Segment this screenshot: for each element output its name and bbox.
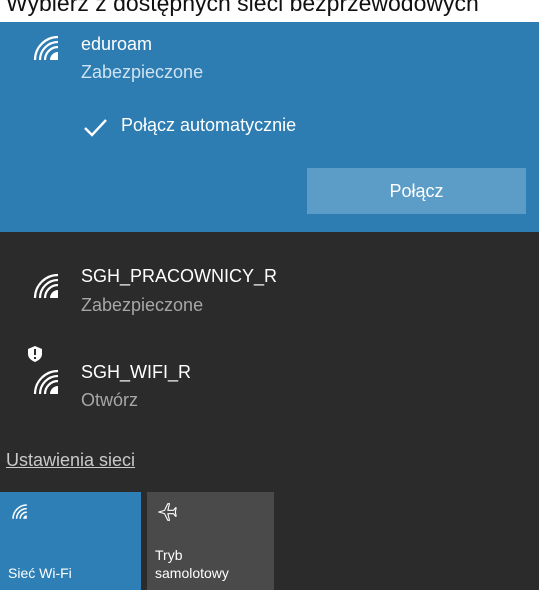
network-status: Otwórz	[81, 390, 139, 410]
page-header: Wybierz z dostępnych sieci bezprzewodowy…	[0, 0, 539, 22]
wifi-signal-icon	[33, 35, 59, 61]
wifi-icon	[12, 504, 27, 519]
connect-button[interactable]: Połącz	[307, 168, 526, 214]
network-item-eduroam[interactable]: eduroam Zabezpieczone Połącz automatyczn…	[0, 22, 539, 232]
network-status: Zabezpieczone	[81, 62, 204, 82]
network-item-sgh-wifi-r[interactable]: SGH_WIFI_R Otwórz	[0, 328, 539, 428]
airplane-mode-tile[interactable]: Tryb samolotowy	[147, 492, 274, 590]
airplane-icon	[158, 503, 177, 521]
network-name: eduroam	[81, 34, 153, 54]
airplane-tile-label: Tryb samolotowy	[155, 547, 229, 581]
wifi-tile-label: Sieć Wi-Fi	[8, 565, 72, 581]
shield-warning-icon	[28, 346, 42, 362]
auto-connect-label: Połącz automatycznie	[121, 115, 297, 135]
wifi-signal-icon	[33, 273, 59, 299]
page-header-text: Wybierz z dostępnych sieci bezprzewodowy…	[6, 0, 479, 16]
network-settings-link[interactable]: Ustawienia sieci	[6, 450, 135, 471]
network-status: Zabezpieczone	[81, 295, 204, 315]
wifi-signal-open-icon	[33, 369, 59, 395]
auto-connect-checkbox[interactable]	[82, 115, 108, 141]
wifi-toggle-tile[interactable]: Sieć Wi-Fi	[0, 492, 141, 590]
network-flyout: eduroam Zabezpieczone Połącz automatyczn…	[0, 22, 539, 590]
check-icon	[84, 119, 107, 137]
network-name: SGH_PRACOWNICY_R	[81, 266, 278, 286]
network-name: SGH_WIFI_R	[81, 362, 192, 382]
network-item-sgh-pracownicy-r[interactable]: SGH_PRACOWNICY_R Zabezpieczone	[0, 232, 539, 328]
